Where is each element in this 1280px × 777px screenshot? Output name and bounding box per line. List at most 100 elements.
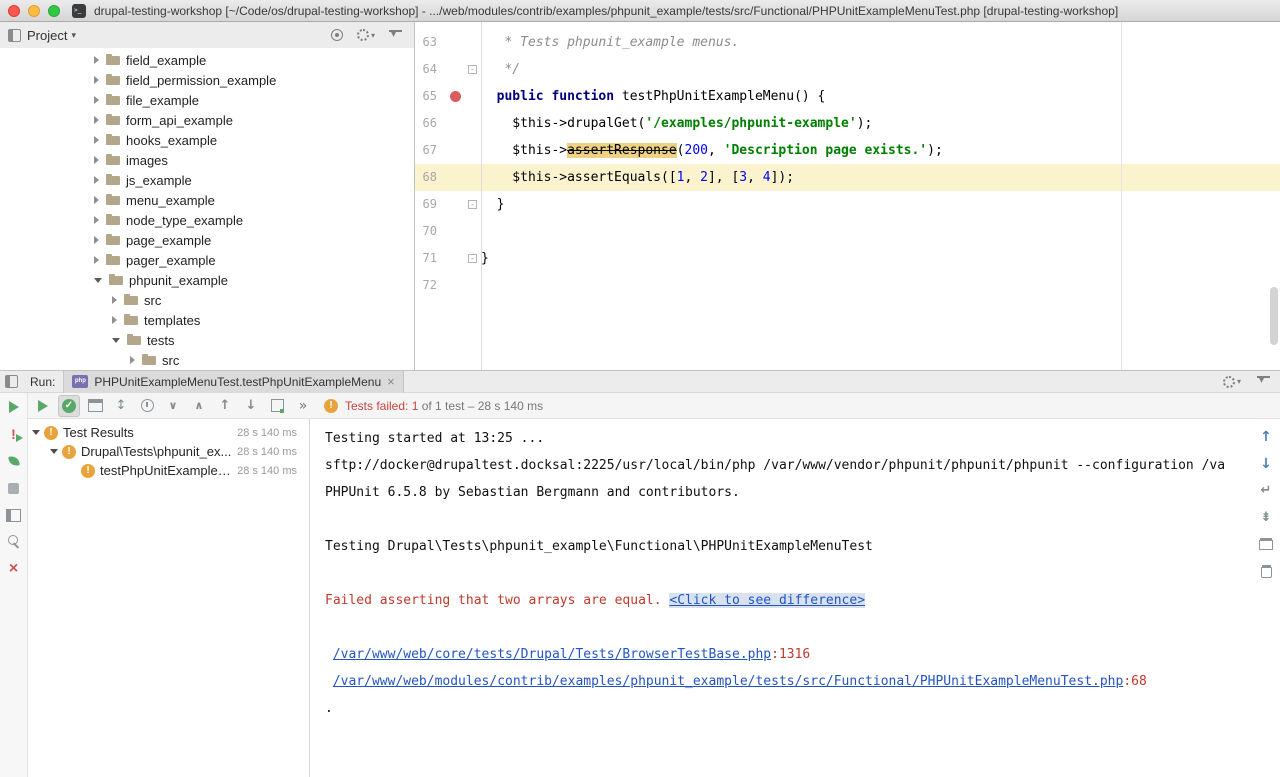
run-settings-button[interactable]: ▾ (1223, 376, 1241, 388)
breakpoint-icon[interactable] (450, 91, 461, 102)
project-tree-item[interactable]: file_example (0, 90, 414, 110)
up-stack-trace-icon[interactable] (1255, 426, 1277, 448)
project-tree-item[interactable]: src (0, 290, 414, 310)
chevron-right-icon[interactable] (94, 156, 99, 164)
console-link[interactable]: <Click to see difference> (669, 593, 865, 608)
project-tree-item[interactable]: tests (0, 330, 414, 350)
chevron-right-icon[interactable] (94, 196, 99, 204)
console-text: . (325, 701, 333, 716)
rerun-tests-icon[interactable] (32, 395, 54, 417)
project-tree-item[interactable]: src (0, 350, 414, 370)
scroll-to-end-icon[interactable] (1255, 507, 1277, 529)
down-stack-trace-icon[interactable] (1255, 453, 1277, 475)
more-icon[interactable] (292, 395, 314, 417)
chevron-down-icon[interactable] (112, 338, 120, 343)
editor-line[interactable]: 72 (415, 272, 1280, 299)
console-link[interactable]: /var/www/web/core/tests/Drupal/Tests/Bro… (333, 647, 771, 662)
editor-line[interactable]: 70 (415, 218, 1280, 245)
pin-tab-icon[interactable] (3, 531, 25, 553)
editor-line[interactable]: 63 * Tests phpunit_example menus. (415, 29, 1280, 56)
editor-line[interactable]: 71-} (415, 245, 1280, 272)
project-tree-item[interactable]: pager_example (0, 250, 414, 270)
fold-marker-icon[interactable]: - (468, 65, 477, 74)
run-tab-label: PHPUnitExampleMenuTest.testPhpUnitExampl… (94, 375, 381, 389)
import-test-results-icon[interactable] (266, 395, 288, 417)
editor-scrollbar[interactable] (1270, 287, 1278, 345)
rerun-failed-tests-icon[interactable] (3, 423, 25, 445)
toggle-auto-test-icon[interactable] (3, 450, 25, 472)
test-tree-item[interactable]: Test Results28 s 140 ms (28, 423, 309, 442)
collapse-all-icon[interactable] (188, 395, 210, 417)
chevron-right-icon[interactable] (94, 176, 99, 184)
editor-line[interactable]: 66 $this->drupalGet('/examples/phpunit-e… (415, 110, 1280, 137)
folder-icon (105, 192, 121, 208)
expand-all-icon[interactable] (162, 395, 184, 417)
show-ignored-icon[interactable] (84, 395, 106, 417)
project-tree-item[interactable]: page_example (0, 230, 414, 250)
project-tree-item[interactable]: js_example (0, 170, 414, 190)
close-tab-icon[interactable] (387, 375, 395, 388)
chevron-right-icon[interactable] (94, 116, 99, 124)
previous-failed-test-icon[interactable] (214, 395, 236, 417)
editor-line[interactable]: 69- } (415, 191, 1280, 218)
test-tree-item[interactable]: testPhpUnitExampleM...28 s 140 ms (28, 461, 309, 480)
project-header-label[interactable]: Project (27, 28, 67, 43)
hide-panel-icon[interactable] (389, 30, 402, 41)
chevron-right-icon[interactable] (94, 76, 99, 84)
chevron-right-icon[interactable] (94, 56, 99, 64)
chevron-down-icon[interactable] (32, 430, 40, 435)
console-output[interactable]: Testing started at 13:25 ...sftp://docke… (310, 419, 1280, 777)
zoom-window-button[interactable] (48, 5, 60, 17)
editor-line[interactable]: 64- */ (415, 56, 1280, 83)
restore-layout-icon[interactable] (3, 504, 25, 526)
chevron-down-icon[interactable]: ▾ (71, 30, 76, 41)
project-tree-item[interactable]: form_api_example (0, 110, 414, 130)
project-tree-item[interactable]: field_permission_example (0, 70, 414, 90)
project-tool-window: Project ▾ ▾ field_examplefield_permissio… (0, 22, 415, 370)
minimize-window-button[interactable] (28, 5, 40, 17)
project-tree-item[interactable]: phpunit_example (0, 270, 414, 290)
chevron-down-icon[interactable] (94, 278, 102, 283)
code-editor[interactable]: 63 * Tests phpunit_example menus.64- */6… (415, 22, 1280, 370)
editor-line[interactable]: 68 $this->assertEquals([1, 2], [3, 4]); (415, 164, 1280, 191)
chevron-right-icon[interactable] (94, 216, 99, 224)
rerun-icon[interactable] (3, 396, 25, 418)
project-tree-item[interactable]: menu_example (0, 190, 414, 210)
chevron-right-icon[interactable] (94, 136, 99, 144)
console-link[interactable]: /var/www/web/modules/contrib/examples/ph… (333, 674, 1124, 689)
sort-by-duration-icon[interactable] (136, 395, 158, 417)
editor-line[interactable]: 65 public function testPhpUnitExampleMen… (415, 83, 1280, 110)
project-tree-item[interactable]: images (0, 150, 414, 170)
test-tree-item[interactable]: Drupal\Tests\phpunit_ex...28 s 140 ms (28, 442, 309, 461)
hide-panel-icon[interactable] (1257, 376, 1270, 387)
console-text: Testing Drupal\Tests\phpunit_example\Fun… (325, 539, 873, 554)
print-icon[interactable] (1255, 534, 1277, 556)
next-failed-test-icon[interactable] (240, 395, 262, 417)
chevron-right-icon[interactable] (94, 96, 99, 104)
editor-line[interactable]: 67 $this->assertResponse(200, 'Descripti… (415, 137, 1280, 164)
sort-alphabetically-icon[interactable] (110, 395, 132, 417)
run-tool-window-icon (5, 375, 18, 388)
soft-wrap-icon[interactable] (1255, 480, 1277, 502)
clear-all-icon[interactable] (1255, 561, 1277, 583)
settings-gear-button[interactable]: ▾ (357, 29, 375, 41)
project-tree-item[interactable]: hooks_example (0, 130, 414, 150)
chevron-right-icon[interactable] (112, 296, 117, 304)
project-tree-item[interactable]: templates (0, 310, 414, 330)
line-number: 68 (415, 164, 437, 191)
close-window-button[interactable] (8, 5, 20, 17)
chevron-down-icon[interactable] (50, 449, 58, 454)
chevron-right-icon[interactable] (94, 236, 99, 244)
run-tab[interactable]: PHPUnitExampleMenuTest.testPhpUnitExampl… (63, 371, 403, 393)
chevron-right-icon[interactable] (130, 356, 135, 364)
fold-marker-icon[interactable]: - (468, 200, 477, 209)
project-tree-item[interactable]: node_type_example (0, 210, 414, 230)
chevron-right-icon[interactable] (112, 316, 117, 324)
locate-file-icon[interactable] (331, 29, 343, 41)
fold-marker-icon[interactable]: - (468, 254, 477, 263)
chevron-right-icon[interactable] (94, 256, 99, 264)
close-icon[interactable] (3, 558, 25, 580)
stop-icon[interactable] (3, 477, 25, 499)
project-tree-item[interactable]: field_example (0, 50, 414, 70)
hide-passed-icon[interactable] (58, 395, 80, 417)
